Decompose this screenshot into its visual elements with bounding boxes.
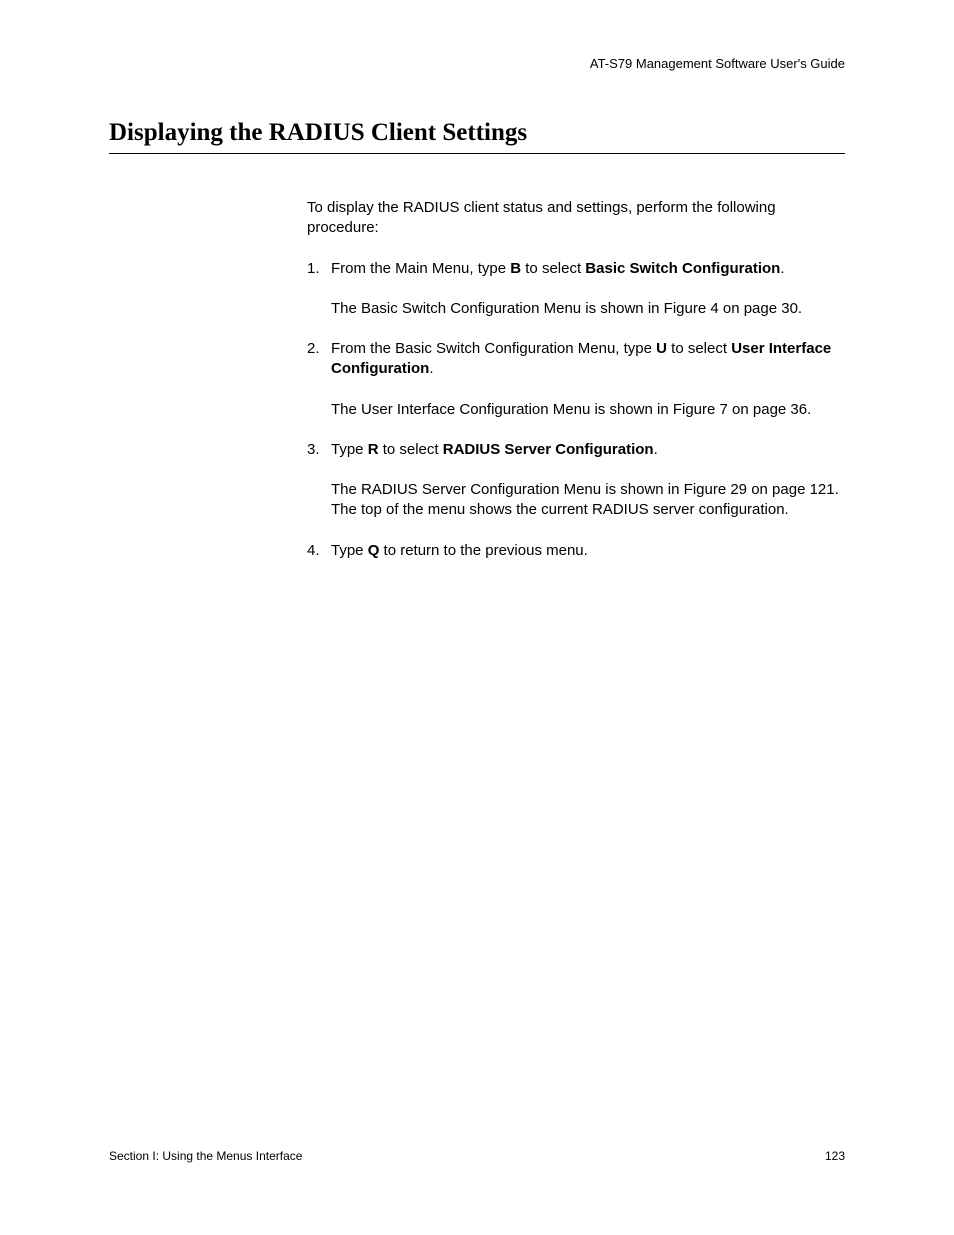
intro-paragraph: To display the RADIUS client status and … xyxy=(307,198,845,239)
step-selection: Basic Switch Configuration xyxy=(585,260,780,277)
step-subtext: The Basic Switch Configuration Menu is s… xyxy=(331,299,845,319)
step-number: 2. xyxy=(307,339,331,420)
step-subtext: The RADIUS Server Configuration Menu is … xyxy=(331,480,845,521)
step-subtext: The User Interface Configuration Menu is… xyxy=(331,400,845,420)
step-key: R xyxy=(368,441,379,458)
step-text: From the Basic Switch Configuration Menu… xyxy=(331,340,656,357)
step-text: to select xyxy=(521,260,585,277)
step-body: From the Basic Switch Configuration Menu… xyxy=(331,339,845,420)
running-header: AT-S79 Management Software User's Guide xyxy=(109,56,845,71)
step-3: 3. Type R to select RADIUS Server Config… xyxy=(307,440,845,521)
step-text: Type xyxy=(331,441,368,458)
step-1: 1. From the Main Menu, type B to select … xyxy=(307,259,845,320)
step-text: . xyxy=(654,441,658,458)
step-4: 4. Type Q to return to the previous menu… xyxy=(307,541,845,561)
step-key: U xyxy=(656,340,667,357)
step-body: Type Q to return to the previous menu. xyxy=(331,541,845,561)
step-text: . xyxy=(429,360,433,377)
step-text: to select xyxy=(379,441,443,458)
page-number: 123 xyxy=(825,1149,845,1163)
section-heading: Displaying the RADIUS Client Settings xyxy=(109,119,845,154)
step-number: 4. xyxy=(307,541,331,561)
footer-section: Section I: Using the Menus Interface xyxy=(109,1149,302,1163)
step-key: B xyxy=(510,260,521,277)
body-content: To display the RADIUS client status and … xyxy=(307,198,845,561)
step-text: to select xyxy=(667,340,731,357)
step-text: From the Main Menu, type xyxy=(331,260,510,277)
step-text: . xyxy=(780,260,784,277)
step-text: Type xyxy=(331,542,368,559)
step-body: Type R to select RADIUS Server Configura… xyxy=(331,440,845,521)
page-footer: Section I: Using the Menus Interface 123 xyxy=(109,1149,845,1163)
step-selection: RADIUS Server Configuration xyxy=(443,441,654,458)
step-2: 2. From the Basic Switch Configuration M… xyxy=(307,339,845,420)
step-body: From the Main Menu, type B to select Bas… xyxy=(331,259,845,320)
step-number: 3. xyxy=(307,440,331,521)
step-key: Q xyxy=(368,542,380,559)
step-text: to return to the previous menu. xyxy=(379,542,587,559)
step-number: 1. xyxy=(307,259,331,320)
